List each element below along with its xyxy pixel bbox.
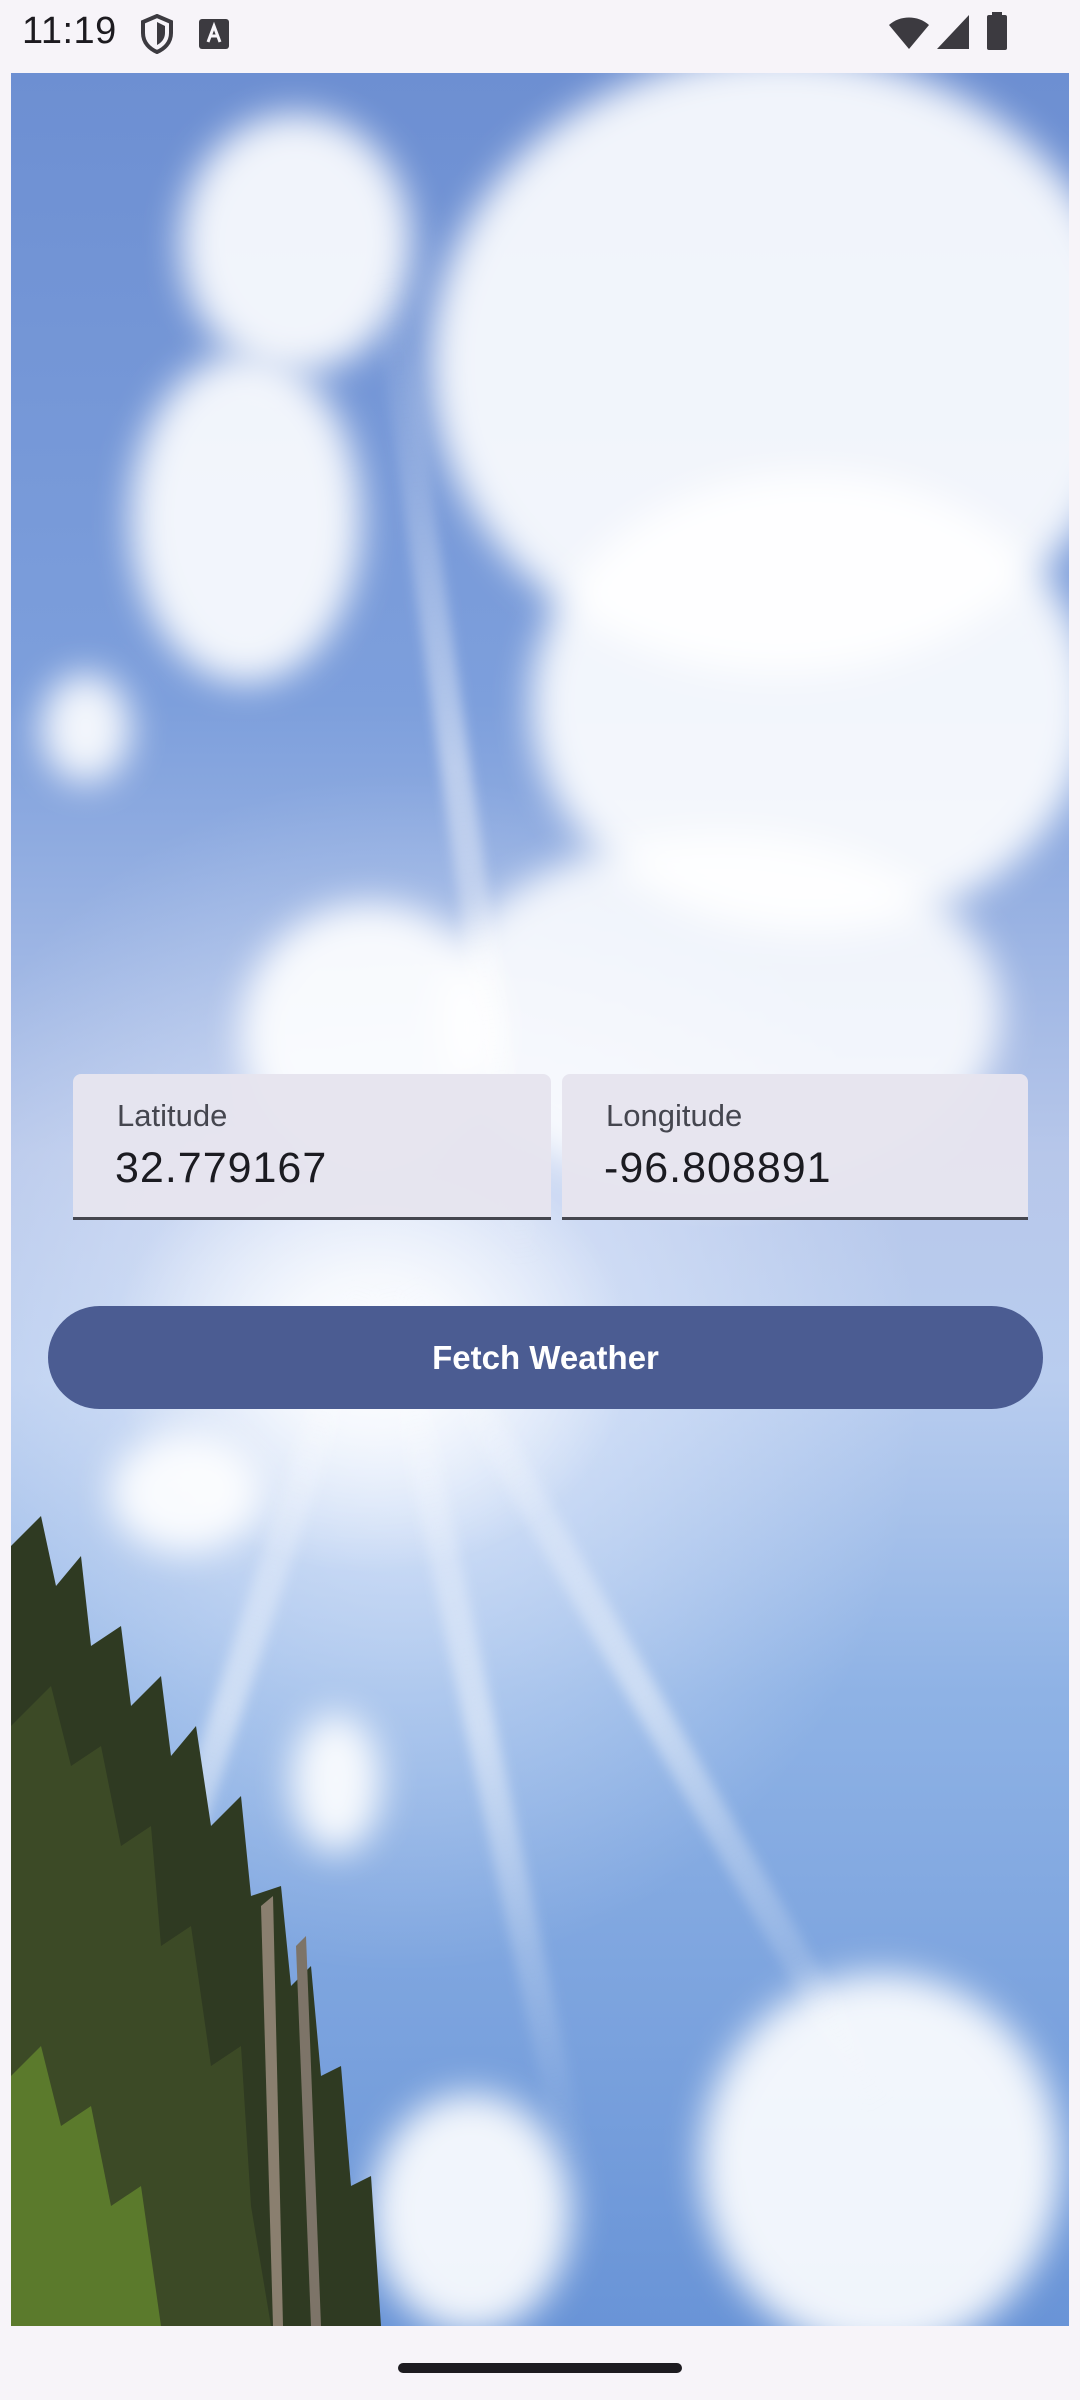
battery-icon: [986, 12, 1008, 55]
cell-signal-icon: [936, 14, 970, 55]
longitude-field[interactable]: Longitude -96.808891: [562, 1074, 1028, 1220]
status-bar: 11:19: [0, 0, 1080, 72]
wifi-icon: [888, 16, 930, 55]
status-time: 11:19: [22, 10, 117, 52]
trees-image: [11, 1516, 381, 2326]
latitude-field[interactable]: Latitude 32.779167: [73, 1074, 551, 1220]
latitude-input[interactable]: 32.779167: [115, 1144, 327, 1193]
shield-icon: [140, 13, 174, 59]
longitude-input[interactable]: -96.808891: [604, 1144, 832, 1193]
fetch-weather-button[interactable]: Fetch Weather: [48, 1306, 1043, 1409]
longitude-label: Longitude: [606, 1098, 743, 1133]
latitude-label: Latitude: [117, 1098, 228, 1133]
home-indicator[interactable]: [398, 2363, 682, 2373]
keyboard-a-icon: [198, 18, 230, 55]
